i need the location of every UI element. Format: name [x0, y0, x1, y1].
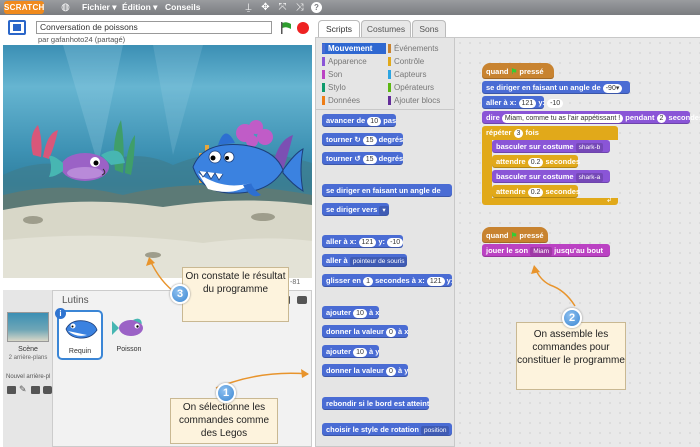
callout-select: On sélectionne les commandes comme des L… [170, 398, 278, 444]
callout-result: On constate le résultat du programme [182, 267, 289, 322]
callout-assemble: On assemble les commandes pour constitue… [516, 322, 626, 390]
callout-badge-3: 3 [170, 284, 190, 304]
callout-badge-2: 2 [562, 308, 582, 328]
callout-badge-1: 1 [216, 383, 236, 403]
arrow-to-scripts [534, 267, 576, 307]
